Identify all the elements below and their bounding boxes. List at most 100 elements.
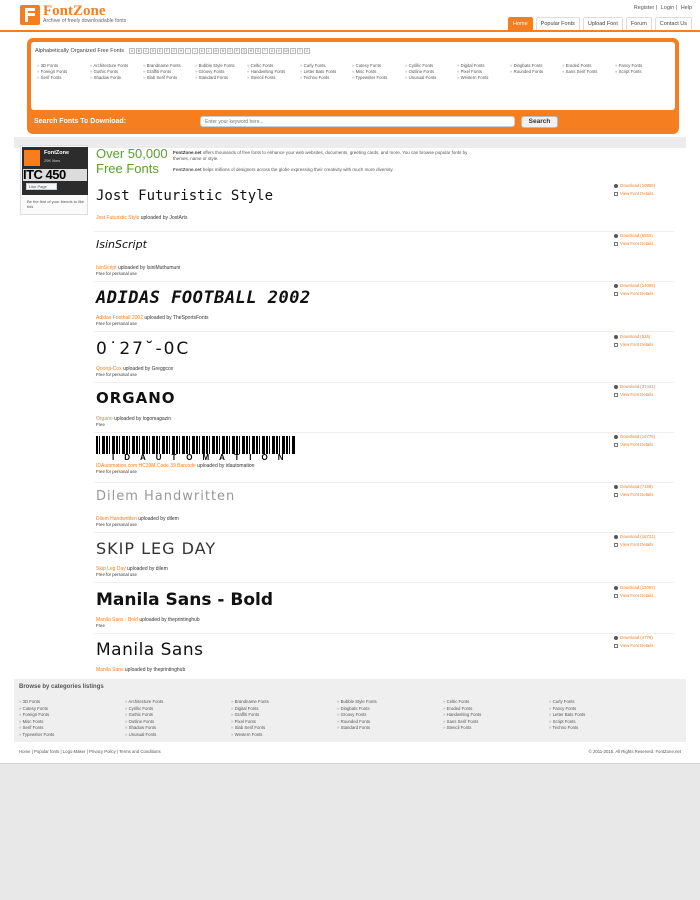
font-name-link[interactable]: Manila Sans bbox=[96, 667, 124, 673]
footer-category-link[interactable]: Western Fonts bbox=[231, 732, 263, 737]
category-link[interactable]: Architecture Fonts bbox=[90, 63, 128, 68]
category-link[interactable]: Graffiti Fonts bbox=[143, 69, 172, 74]
category-link[interactable]: Gothic Fonts bbox=[90, 69, 118, 74]
footer-category-link[interactable]: Fancy Fonts bbox=[549, 706, 577, 711]
help-link[interactable]: Help bbox=[681, 5, 692, 11]
category-link[interactable]: Eroded Fonts bbox=[562, 63, 592, 68]
alphabet-letter[interactable]: A bbox=[128, 48, 135, 54]
font-preview[interactable]: SKIP LEG DAY bbox=[96, 539, 216, 558]
download-link[interactable]: Download (12097) bbox=[614, 584, 674, 592]
category-link[interactable]: Shadow Fonts bbox=[90, 75, 121, 80]
alphabet-letter[interactable]: K bbox=[198, 48, 205, 54]
footer-category-link[interactable]: Cyrillic Fonts bbox=[125, 706, 154, 711]
facebook-cover[interactable]: FontZone 29K likes ITC 450 Like Page bbox=[22, 147, 88, 195]
font-preview[interactable]: Manila Sans bbox=[96, 640, 203, 660]
footer-category-link[interactable]: Slab Serif Fonts bbox=[231, 725, 266, 730]
footer-category-link[interactable]: Brandname Fonts bbox=[231, 699, 269, 704]
category-link[interactable]: Script Fonts bbox=[615, 69, 642, 74]
footer-category-link[interactable]: Techno Fonts bbox=[549, 725, 579, 730]
alphabet-letter[interactable]: Y bbox=[296, 48, 303, 54]
alphabet-letter[interactable]: Z bbox=[303, 48, 310, 54]
category-link[interactable]: Letter Bats Fonts bbox=[300, 69, 337, 74]
footer-category-link[interactable]: Rounded Fonts bbox=[337, 719, 370, 724]
footer-category-link[interactable]: Gothic Fonts bbox=[125, 712, 153, 717]
category-link[interactable]: Outline Fonts bbox=[405, 69, 435, 74]
footer-category-link[interactable]: Sans Serif Fonts bbox=[443, 719, 479, 724]
footer-category-link[interactable]: Foreign Fonts bbox=[19, 712, 50, 717]
footer-category-link[interactable]: Typewriter Fonts bbox=[19, 732, 55, 737]
footer-category-link[interactable]: Graffiti Fonts bbox=[231, 712, 260, 717]
view-details-link[interactable]: View Font Details bbox=[614, 190, 674, 198]
font-preview[interactable]: ADIDAS FOOTBALL 2002 bbox=[96, 288, 311, 308]
alphabet-letter[interactable]: O bbox=[226, 48, 233, 54]
category-link[interactable]: Bubble Style Fonts bbox=[195, 63, 235, 68]
category-link[interactable]: Sans Serif Fonts bbox=[562, 69, 598, 74]
category-link[interactable]: Standard Fonts bbox=[195, 75, 228, 80]
category-link[interactable]: Celtic Fonts bbox=[247, 63, 274, 68]
alphabet-letter[interactable]: R bbox=[247, 48, 254, 54]
category-link[interactable]: Dingbats Fonts bbox=[510, 63, 543, 68]
category-link[interactable]: Slab Serif Fonts bbox=[143, 75, 178, 80]
footer-links[interactable]: Home | Popular fonts | Logo Maker | Priv… bbox=[19, 749, 161, 754]
download-link[interactable]: Download (37441) bbox=[614, 383, 674, 391]
alphabet-letter[interactable]: I bbox=[184, 48, 191, 54]
font-preview[interactable]: 0˙27˘-0C bbox=[96, 339, 190, 359]
alphabet-letter[interactable]: U bbox=[268, 48, 275, 54]
footer-category-link[interactable]: Celtic Fonts bbox=[443, 699, 470, 704]
download-link[interactable]: Download (6550) bbox=[614, 232, 674, 240]
footer-category-link[interactable]: Bubble Style Fonts bbox=[337, 699, 377, 704]
category-link[interactable]: Unusual Fonts bbox=[405, 75, 437, 80]
view-details-link[interactable]: View Font Details bbox=[614, 290, 674, 298]
category-link[interactable]: Stencil Fonts bbox=[247, 75, 276, 80]
category-link[interactable]: Handwriting Fonts bbox=[247, 69, 286, 74]
footer-category-link[interactable]: Misc Fonts bbox=[19, 719, 44, 724]
font-preview[interactable]: ORGANO bbox=[96, 389, 176, 407]
font-preview[interactable]: Manila Sans - Bold bbox=[96, 590, 273, 610]
view-details-link[interactable]: View Font Details bbox=[614, 592, 674, 600]
font-preview[interactable]: Dilem Handwritten bbox=[96, 489, 235, 504]
alphabet-letter[interactable]: L bbox=[205, 48, 212, 54]
category-link[interactable]: Misc Fonts bbox=[352, 69, 377, 74]
alphabet-letter[interactable]: H bbox=[177, 48, 184, 54]
download-link[interactable]: Download (7198) bbox=[614, 483, 674, 491]
alphabet-letter[interactable]: C bbox=[142, 48, 149, 54]
font-preview-barcode[interactable] bbox=[96, 436, 296, 454]
footer-category-link[interactable]: Stencil Fonts bbox=[443, 725, 472, 730]
alphabet-letter[interactable]: S bbox=[254, 48, 261, 54]
category-link[interactable]: Cutesy Fonts bbox=[352, 63, 381, 68]
category-link[interactable]: Rounded Fonts bbox=[510, 69, 543, 74]
alphabet-letter[interactable]: E bbox=[156, 48, 163, 54]
footer-category-link[interactable]: Groovy Fonts bbox=[337, 712, 367, 717]
category-link[interactable]: Curly Fonts bbox=[300, 63, 326, 68]
alphabet-letter[interactable]: T bbox=[261, 48, 268, 54]
search-button[interactable]: Search bbox=[521, 116, 558, 128]
alphabet-letter[interactable]: X bbox=[289, 48, 296, 54]
category-link[interactable]: Typewriter Fonts bbox=[352, 75, 388, 80]
footer-category-link[interactable]: Handwriting Fonts bbox=[443, 712, 482, 717]
category-link[interactable]: Techno Fonts bbox=[300, 75, 330, 80]
view-details-link[interactable]: View Font Details bbox=[614, 391, 674, 399]
view-details-link[interactable]: View Font Details bbox=[614, 642, 674, 650]
alphabet-letter[interactable]: D bbox=[149, 48, 156, 54]
alphabet-letter[interactable]: V bbox=[275, 48, 282, 54]
download-link[interactable]: Download (16721) bbox=[614, 533, 674, 541]
alphabet-letter[interactable]: J bbox=[191, 48, 198, 54]
download-link[interactable]: Download (10858) bbox=[614, 182, 674, 190]
view-details-link[interactable]: View Font Details bbox=[614, 341, 674, 349]
logo[interactable]: FontZone Archive of freely downloadable … bbox=[20, 4, 126, 25]
download-link[interactable]: Download (4776) bbox=[614, 634, 674, 642]
footer-category-link[interactable]: Unusual Fonts bbox=[125, 732, 157, 737]
download-link[interactable]: Download (14085) bbox=[614, 282, 674, 290]
category-link[interactable]: Digital Fonts bbox=[457, 63, 485, 68]
alphabet-letter[interactable]: W bbox=[282, 48, 289, 54]
register-link[interactable]: Register bbox=[634, 5, 654, 11]
category-link[interactable]: Brandname Fonts bbox=[143, 63, 181, 68]
footer-category-link[interactable]: Serif Fonts bbox=[19, 725, 44, 730]
alphabet-letter[interactable]: G bbox=[170, 48, 177, 54]
footer-category-link[interactable]: Architecture Fonts bbox=[125, 699, 163, 704]
alphabet-letter[interactable]: F bbox=[163, 48, 170, 54]
footer-category-link[interactable]: Outline Fonts bbox=[125, 719, 155, 724]
footer-category-link[interactable]: Pixel Fonts bbox=[231, 719, 256, 724]
download-link[interactable]: Download (16776) bbox=[614, 433, 674, 441]
alphabet-letter[interactable]: M bbox=[212, 48, 219, 54]
